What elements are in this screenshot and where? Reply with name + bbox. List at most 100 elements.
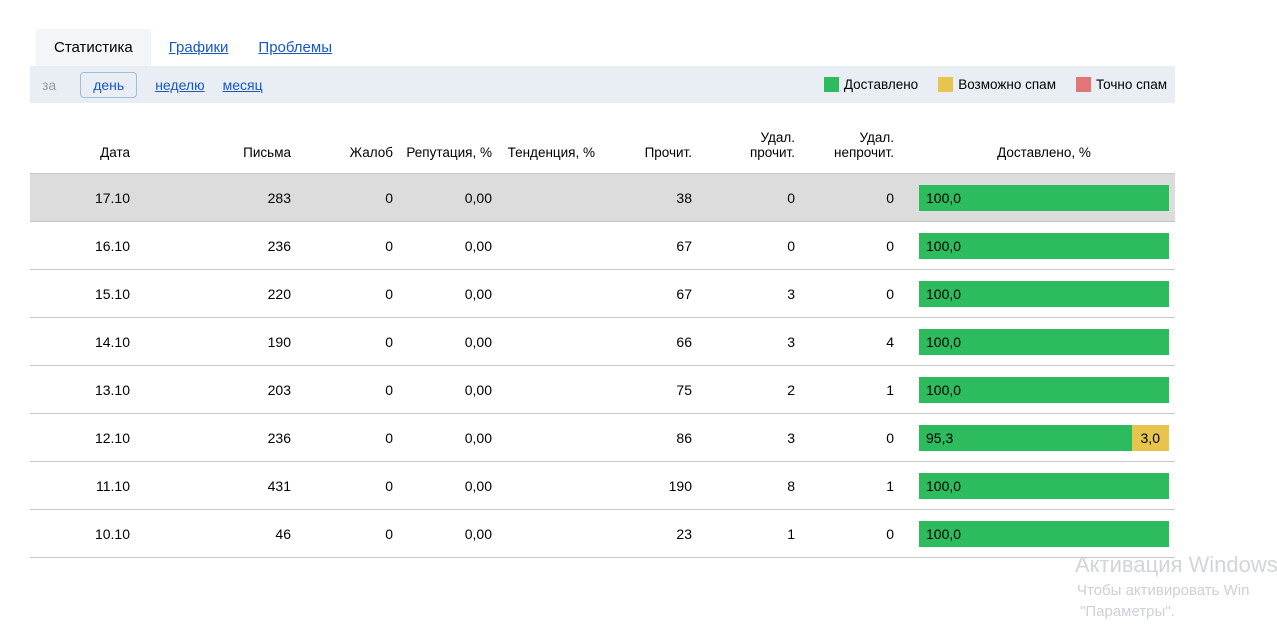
cell-deleted_read: 0 [692,222,795,270]
bar-segment-delivered: 100,0 [919,185,1169,211]
cell-deleted_read: 8 [692,462,795,510]
cell-complaints: 0 [291,222,393,270]
cell-read: 190 [595,462,692,510]
table-row[interactable]: 16.1023600,006700100,0 [30,222,1175,270]
legend-item-certain_spam: Точно спам [1076,77,1167,92]
cell-date: 10.10 [30,510,130,558]
cell-read: 67 [595,222,692,270]
period-option-day[interactable]: день [80,72,137,98]
cell-date: 15.10 [30,270,130,318]
cell-complaints: 0 [291,462,393,510]
tab-bar: Статистика Графики Проблемы [36,29,1277,66]
col-header-reputation: Репутация, % [393,103,492,174]
cell-read: 66 [595,318,692,366]
cell-deleted_unread: 0 [795,222,894,270]
delivered-bar: 100,0 [919,281,1169,307]
period-option-week[interactable]: неделю [155,77,204,93]
legend-label-possible_spam: Возможно спам [958,77,1056,92]
table-row[interactable]: 10.104600,002310100,0 [30,510,1175,558]
cell-complaints: 0 [291,270,393,318]
cell-deleted_unread: 1 [795,366,894,414]
cell-date: 11.10 [30,462,130,510]
tab-charts[interactable]: Графики [167,29,231,66]
delivered-bar: 100,0 [919,329,1169,355]
cell-deleted_read: 3 [692,414,795,462]
cell-reputation: 0,00 [393,174,492,222]
delivered-bar: 95,33,0 [919,425,1169,451]
statistics-page: Статистика Графики Проблемы за день неде… [0,0,1277,626]
cell-deleted_read: 1 [692,510,795,558]
tab-statistics[interactable]: Статистика [36,29,151,66]
cell-deleted_read: 3 [692,318,795,366]
cell-deleted_unread: 0 [795,414,894,462]
period-filter-bar: за день неделю месяц Доставлено Возможно … [30,66,1175,103]
cell-trend [492,318,595,366]
windows-activation-settings: "Параметры". [1080,603,1175,620]
period-prefix-label: за [42,77,56,93]
bar-segment-delivered: 100,0 [919,473,1169,499]
cell-trend [492,510,595,558]
tab-problems[interactable]: Проблемы [256,29,334,66]
cell-trend [492,366,595,414]
cell-read: 67 [595,270,692,318]
bar-segment-delivered: 100,0 [919,521,1169,547]
cell-letters: 431 [130,462,291,510]
cell-date: 14.10 [30,318,130,366]
cell-letters: 220 [130,270,291,318]
delivered-bar: 100,0 [919,473,1169,499]
bar-segment-delivered: 95,3 [919,425,1132,451]
bar-segment-delivered: 100,0 [919,329,1169,355]
cell-date: 16.10 [30,222,130,270]
cell-date: 13.10 [30,366,130,414]
period-option-month[interactable]: месяц [223,77,263,93]
cell-complaints: 0 [291,366,393,414]
table-row[interactable]: 13.1020300,007521100,0 [30,366,1175,414]
col-header-read: Прочит. [595,103,692,174]
cell-complaints: 0 [291,318,393,366]
col-header-letters: Письма [130,103,291,174]
cell-read: 75 [595,366,692,414]
legend-item-possible_spam: Возможно спам [938,77,1056,92]
table-body: 17.1028300,003800100,016.1023600,0067001… [30,174,1175,558]
bar-segment-possible_spam: 3,0 [1132,425,1170,451]
table-header-row: Дата Письма Жалоб Репутация, % Тенденция… [30,103,1175,174]
cell-read: 23 [595,510,692,558]
table-row[interactable]: 15.1022000,006730100,0 [30,270,1175,318]
cell-reputation: 0,00 [393,510,492,558]
cell-trend [492,462,595,510]
cell-letters: 203 [130,366,291,414]
windows-activation-hint: Чтобы активировать Win [1077,582,1249,599]
legend-item-delivered: Доставлено [824,77,918,92]
col-header-complaints: Жалоб [291,103,393,174]
cell-letters: 190 [130,318,291,366]
cell-delivered: 95,33,0 [894,414,1175,462]
cell-deleted_unread: 1 [795,462,894,510]
cell-date: 12.10 [30,414,130,462]
cell-trend [492,174,595,222]
delivered-bar: 100,0 [919,521,1169,547]
legend-swatch-certain_spam [1076,77,1091,92]
cell-deleted_unread: 4 [795,318,894,366]
cell-read: 86 [595,414,692,462]
table-row[interactable]: 11.1043100,00 19081 100,0 [30,462,1175,510]
cell-deleted_unread: 0 [795,270,894,318]
col-header-date: Дата [30,103,130,174]
statistics-table: Дата Письма Жалоб Репутация, % Тенденция… [30,103,1175,558]
cell-delivered: 100,0 [894,222,1175,270]
cell-reputation: 0,00 [393,366,492,414]
table-row[interactable]: 17.1028300,003800100,0 [30,174,1175,222]
cell-letters: 236 [130,414,291,462]
cell-read: 38 [595,174,692,222]
table-row[interactable]: 14.1019000,006634100,0 [30,318,1175,366]
bar-segment-delivered: 100,0 [919,233,1169,259]
cell-delivered: 100,0 [894,318,1175,366]
cell-reputation: 0,00 [393,270,492,318]
table-row[interactable]: 12.1023600,00863095,33,0 [30,414,1175,462]
cell-delivered: 100,0 [894,366,1175,414]
bar-segment-delivered: 100,0 [919,281,1169,307]
col-header-trend: Тенденция, % [492,103,595,174]
delivered-bar: 100,0 [919,233,1169,259]
cell-letters: 236 [130,222,291,270]
cell-reputation: 0,00 [393,462,492,510]
cell-letters: 283 [130,174,291,222]
